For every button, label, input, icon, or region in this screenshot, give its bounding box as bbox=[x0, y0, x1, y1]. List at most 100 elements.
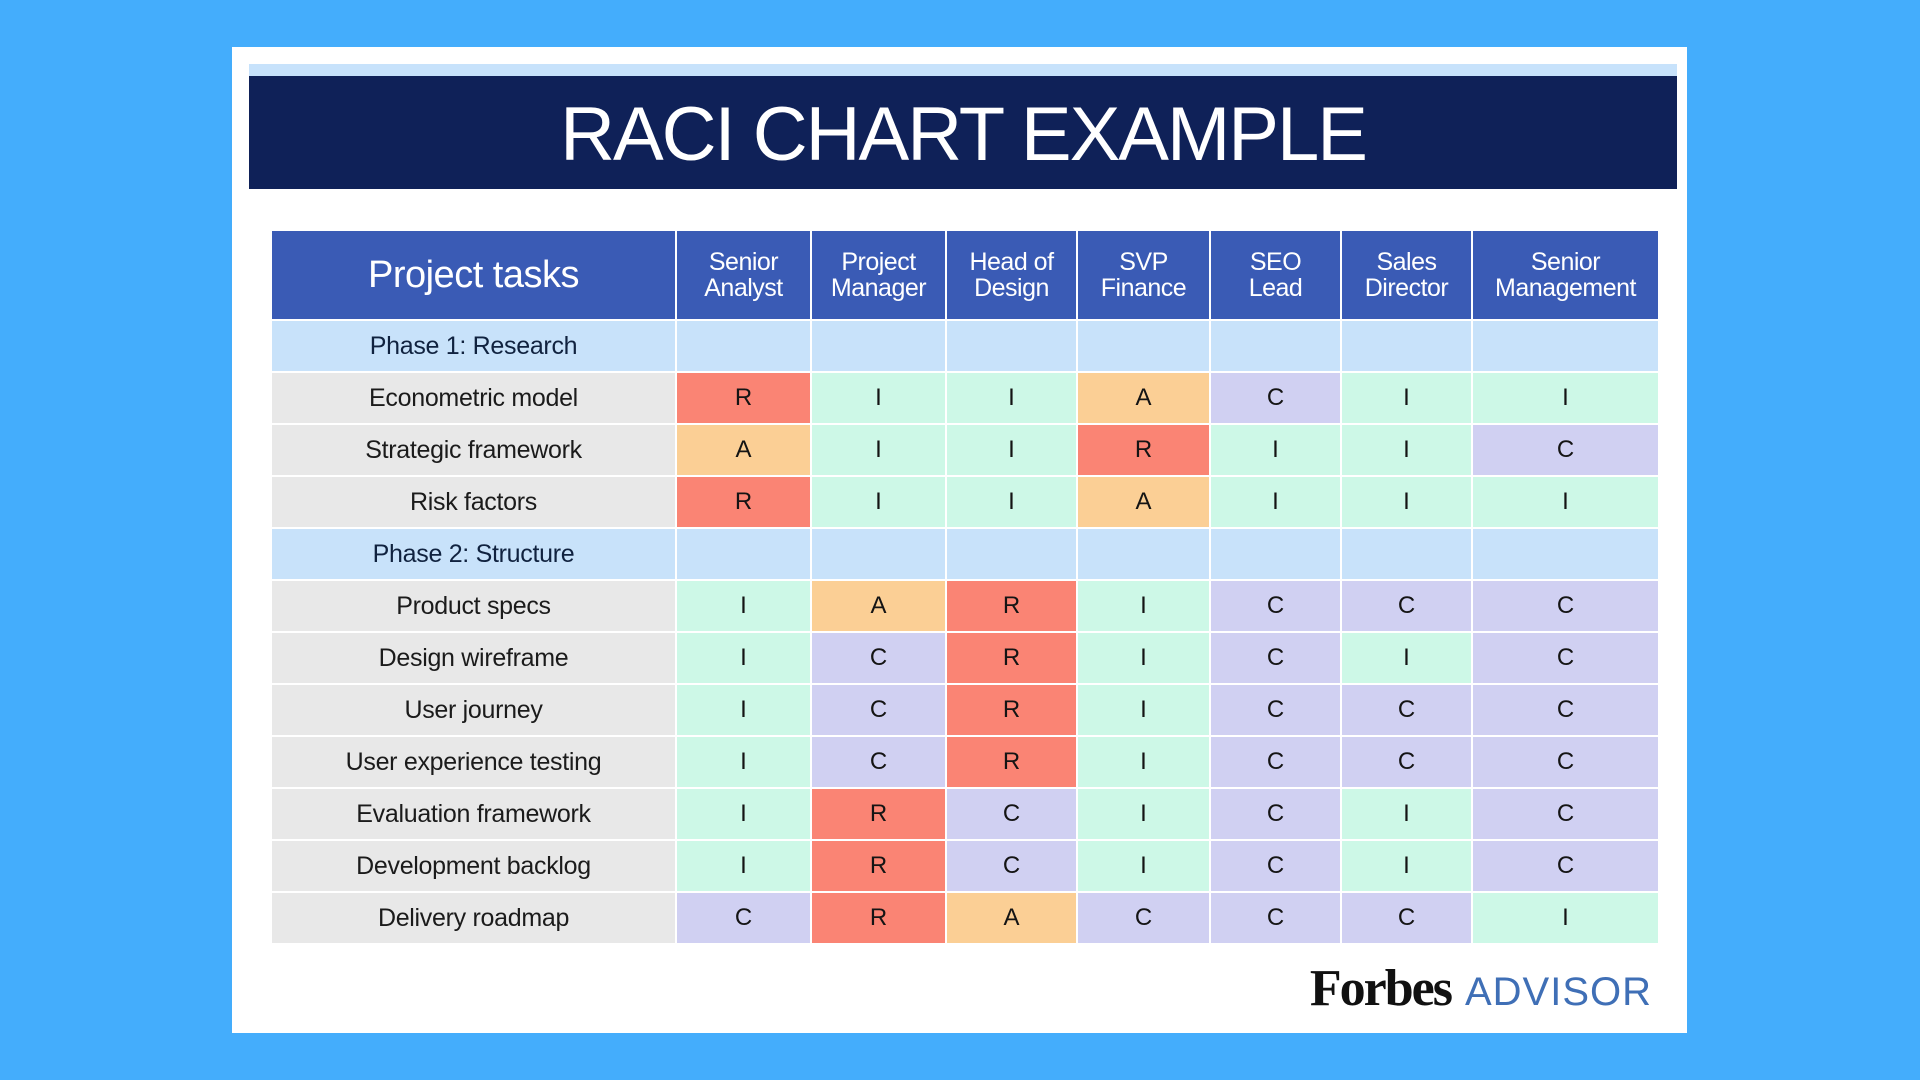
raci-cell-i: I bbox=[1078, 737, 1209, 787]
task-row: User experience testing I C R I C C C bbox=[272, 737, 1658, 787]
task-row: Product specs I A R I C C C bbox=[272, 581, 1658, 631]
phase-row-empty-cell bbox=[1211, 529, 1340, 579]
raci-cell-a: A bbox=[677, 425, 810, 475]
phase-row-empty-cell bbox=[1473, 321, 1658, 371]
raci-cell-i: I bbox=[1342, 789, 1471, 839]
phase-row-empty-cell bbox=[1078, 529, 1209, 579]
phase-row-empty-cell bbox=[1342, 529, 1471, 579]
raci-cell-i: I bbox=[1211, 425, 1340, 475]
role-header-seo-lead: SEO Lead bbox=[1211, 231, 1340, 319]
task-row: User journey I C R I C C C bbox=[272, 685, 1658, 735]
raci-cell-a: A bbox=[1078, 477, 1209, 527]
task-label: Econometric model bbox=[272, 373, 675, 423]
raci-cell-i: I bbox=[677, 581, 810, 631]
raci-cell-c: C bbox=[677, 893, 810, 943]
raci-cell-r: R bbox=[812, 841, 945, 891]
raci-cell-c: C bbox=[1342, 893, 1471, 943]
raci-cell-i: I bbox=[677, 789, 810, 839]
raci-table: Project tasks Senior Analyst Project Manag… bbox=[270, 229, 1660, 945]
raci-cell-i: I bbox=[1473, 477, 1658, 527]
raci-cell-i: I bbox=[1342, 841, 1471, 891]
raci-cell-c: C bbox=[1211, 841, 1340, 891]
task-row: Design wireframe I C R I C I C bbox=[272, 633, 1658, 683]
role-header-line: Analyst bbox=[704, 274, 783, 302]
task-label: Evaluation framework bbox=[272, 789, 675, 839]
role-header-sales-director: Sales Director bbox=[1342, 231, 1471, 319]
raci-cell-c: C bbox=[947, 841, 1076, 891]
raci-cell-i: I bbox=[1342, 477, 1471, 527]
role-header-line: Director bbox=[1364, 274, 1449, 302]
raci-cell-r: R bbox=[947, 633, 1076, 683]
raci-cell-r: R bbox=[812, 893, 945, 943]
header-row: Project tasks Senior Analyst Project Manag… bbox=[272, 231, 1658, 319]
raci-cell-c: C bbox=[1473, 841, 1658, 891]
task-row: Development backlog I R C I C I C bbox=[272, 841, 1658, 891]
raci-cell-i: I bbox=[1078, 841, 1209, 891]
raci-cell-i: I bbox=[1078, 685, 1209, 735]
raci-cell-i: I bbox=[1473, 893, 1658, 943]
raci-cell-a: A bbox=[947, 893, 1076, 943]
task-row: Delivery roadmap C R A C C C I bbox=[272, 893, 1658, 943]
role-header-line: Sales bbox=[1376, 248, 1437, 276]
phase-row-empty-cell bbox=[1078, 321, 1209, 371]
role-header-svp-finance: SVP Finance bbox=[1078, 231, 1209, 319]
task-label: Product specs bbox=[272, 581, 675, 631]
raci-cell-i: I bbox=[1342, 425, 1471, 475]
raci-cell-r: R bbox=[947, 685, 1076, 735]
role-header-senior-analyst: Senior Analyst bbox=[677, 231, 810, 319]
raci-cell-c: C bbox=[1473, 581, 1658, 631]
phase-label: Phase 1: Research bbox=[272, 321, 675, 371]
raci-cell-c: C bbox=[1211, 893, 1340, 943]
phase-row-empty-cell bbox=[677, 321, 810, 371]
raci-cell-a: A bbox=[1078, 373, 1209, 423]
raci-cell-c: C bbox=[1473, 633, 1658, 683]
raci-cell-c: C bbox=[1473, 685, 1658, 735]
task-column-header: Project tasks bbox=[272, 231, 675, 319]
raci-cell-i: I bbox=[677, 685, 810, 735]
role-header-project-manager: Project Manager bbox=[812, 231, 945, 319]
raci-cell-c: C bbox=[1342, 581, 1471, 631]
raci-cell-c: C bbox=[812, 685, 945, 735]
role-header-line: Senior bbox=[1530, 248, 1601, 276]
raci-cell-i: I bbox=[947, 373, 1076, 423]
raci-cell-i: I bbox=[812, 373, 945, 423]
role-header-line: SEO bbox=[1249, 248, 1302, 276]
forbes-wordmark: Forbes bbox=[1309, 960, 1453, 1017]
raci-cell-i: I bbox=[677, 841, 810, 891]
role-header-line: Senior bbox=[708, 248, 779, 276]
phase-row: Phase 1: Research bbox=[272, 321, 1658, 371]
phase-label: Phase 2: Structure bbox=[272, 529, 675, 579]
role-header-senior-management: Senior Management bbox=[1473, 231, 1658, 319]
page-title: RACI CHART EXAMPLE bbox=[560, 91, 1368, 177]
raci-cell-c: C bbox=[1211, 789, 1340, 839]
task-label: Delivery roadmap bbox=[272, 893, 675, 943]
raci-cell-r: R bbox=[947, 737, 1076, 787]
role-header-line: Design bbox=[974, 274, 1049, 302]
raci-cell-i: I bbox=[1078, 633, 1209, 683]
raci-cell-c: C bbox=[1473, 737, 1658, 787]
raci-cell-i: I bbox=[677, 633, 810, 683]
raci-cell-i: I bbox=[1211, 477, 1340, 527]
raci-cell-c: C bbox=[1211, 633, 1340, 683]
role-header-line: SVP bbox=[1119, 248, 1168, 276]
raci-cell-c: C bbox=[1342, 737, 1471, 787]
raci-cell-c: C bbox=[1211, 685, 1340, 735]
phase-row-empty-cell bbox=[947, 321, 1076, 371]
raci-cell-c: C bbox=[947, 789, 1076, 839]
raci-cell-r: R bbox=[812, 789, 945, 839]
task-row: Strategic framework A I I R I I C bbox=[272, 425, 1658, 475]
raci-cell-i: I bbox=[677, 737, 810, 787]
role-header-line: Head of bbox=[969, 248, 1054, 276]
raci-cell-i: I bbox=[1078, 789, 1209, 839]
raci-cell-c: C bbox=[1211, 581, 1340, 631]
raci-card: RACI CHART EXAMPLE Project tasks Senior A… bbox=[232, 47, 1687, 1033]
task-label: Design wireframe bbox=[272, 633, 675, 683]
task-label: User experience testing bbox=[272, 737, 675, 787]
raci-cell-i: I bbox=[1342, 633, 1471, 683]
raci-cell-i: I bbox=[1342, 373, 1471, 423]
phase-row-empty-cell bbox=[677, 529, 810, 579]
role-header-head-of-design: Head of Design bbox=[947, 231, 1076, 319]
raci-cell-c: C bbox=[1342, 685, 1471, 735]
raci-cell-c: C bbox=[1473, 425, 1658, 475]
phase-row-empty-cell bbox=[812, 529, 945, 579]
